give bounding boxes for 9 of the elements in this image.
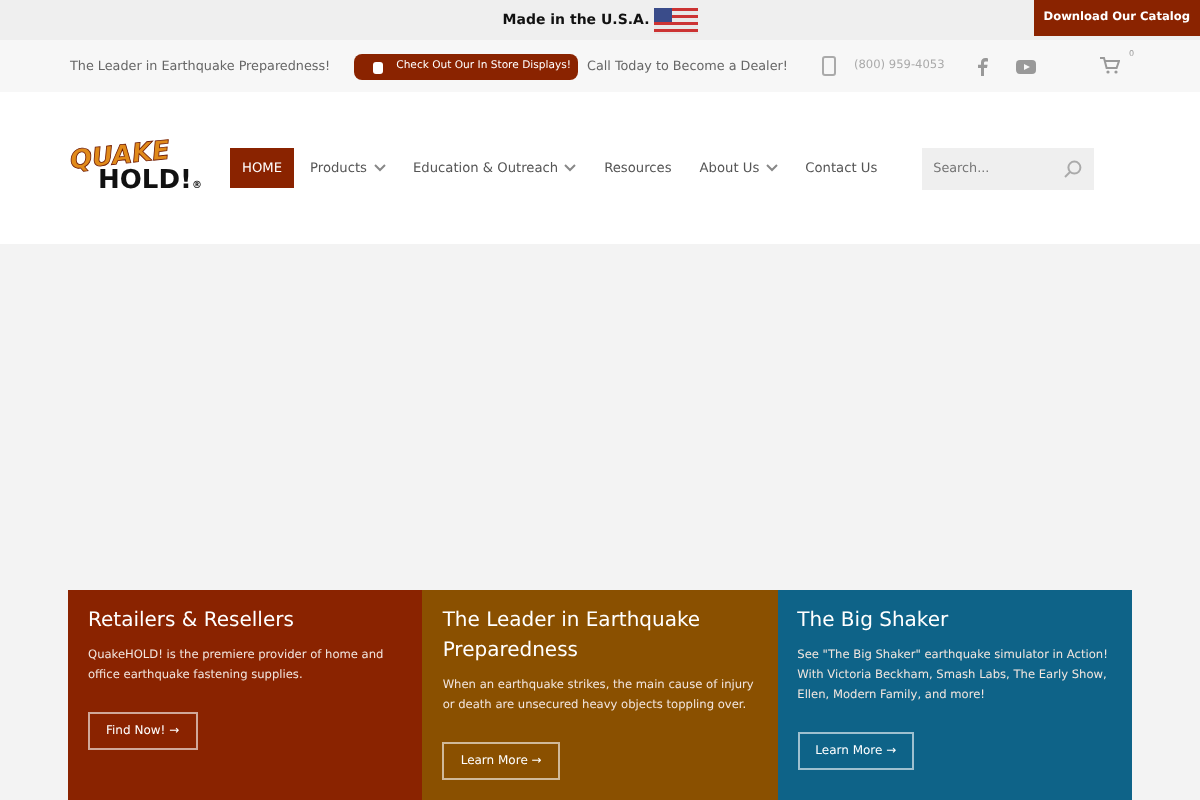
flag-icon	[653, 7, 698, 33]
search-icon[interactable]	[1063, 159, 1082, 177]
youtube-icon[interactable]	[1016, 59, 1036, 73]
card-title: The Leader in Earthquake Preparedness	[442, 608, 703, 666]
facebook-icon[interactable]	[978, 57, 988, 75]
card-title: Retailers & Resellers	[88, 608, 296, 636]
phone-icon	[821, 56, 836, 76]
card-title: The Big Shaker	[797, 608, 951, 636]
cart-icon[interactable]	[1100, 55, 1120, 73]
